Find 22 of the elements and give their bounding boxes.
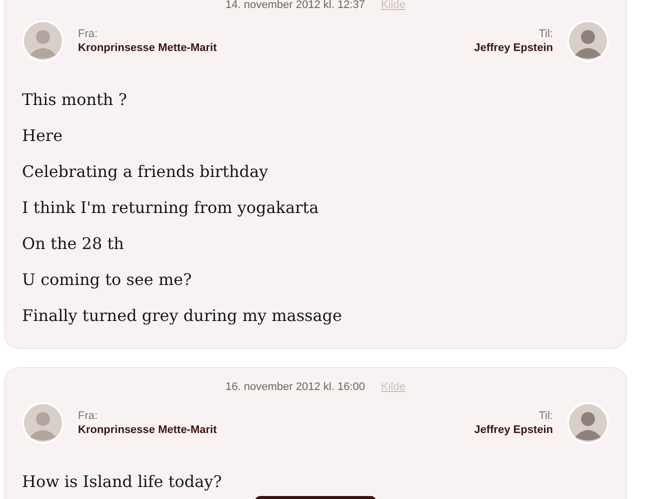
message-line: Here	[22, 125, 63, 147]
avatar-icon	[22, 20, 64, 62]
sender-name: Kronprinsesse Mette-Marit	[78, 424, 217, 436]
email-date: 14. november 2012 kl. 12:37	[226, 0, 365, 11]
to-label: Til:	[538, 28, 553, 40]
message-line: This month ?	[22, 89, 127, 111]
avatar-icon	[22, 402, 64, 444]
message-line: Finally turned grey during my massage	[22, 305, 342, 327]
email-date: 16. november 2012 kl. 16:00	[226, 381, 365, 393]
message-line: How is Island life today?	[22, 471, 222, 493]
to-label: Til:	[538, 410, 553, 422]
message-line: On the 28 th	[22, 233, 124, 255]
message-line: I think I'm returning from yogakarta	[22, 197, 319, 219]
from-label: Fra:	[78, 28, 99, 40]
from-label: Fra:	[78, 410, 99, 422]
avatar-icon	[567, 20, 609, 62]
sender-name: Kronprinsesse Mette-Marit	[78, 42, 217, 54]
message-line: Celebrating a friends birthday	[22, 161, 268, 183]
avatar-icon	[567, 402, 609, 444]
recipient-name: Jeffrey Epstein	[474, 424, 553, 436]
recipient-name: Jeffrey Epstein	[474, 42, 553, 54]
message-line: U coming to see me?	[22, 269, 192, 291]
